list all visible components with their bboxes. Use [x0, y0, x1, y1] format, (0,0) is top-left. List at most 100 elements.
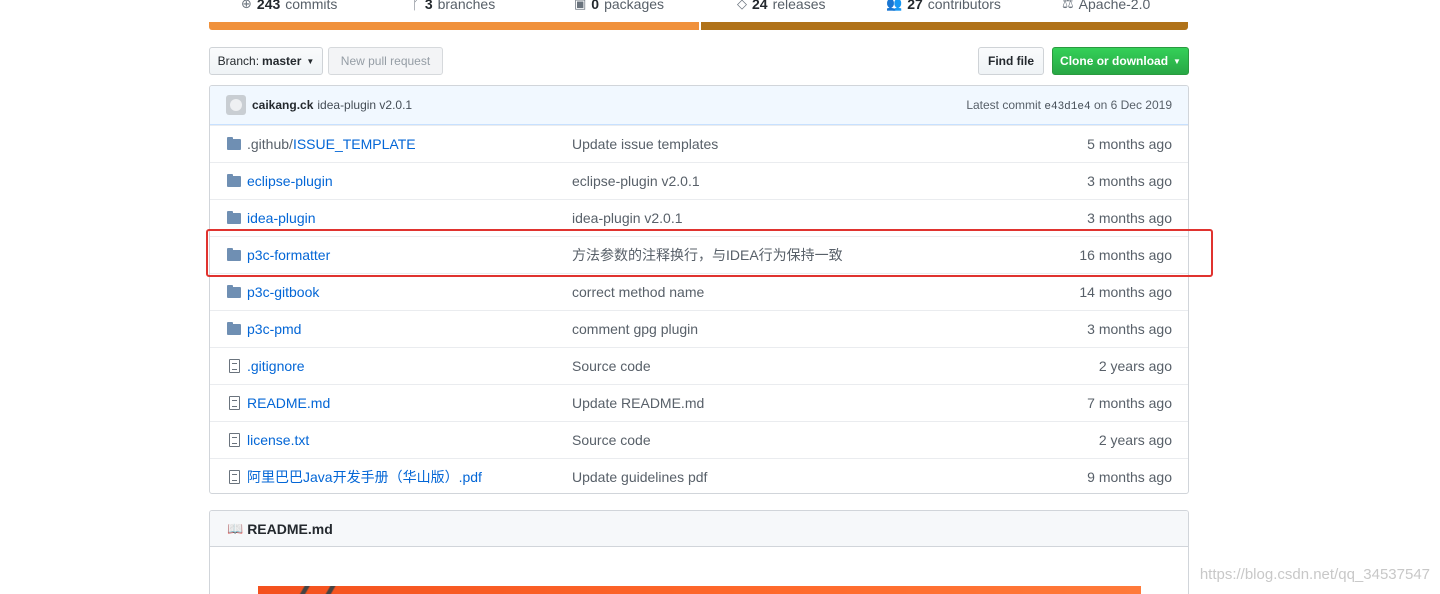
stat-count: 24 [752, 0, 768, 12]
find-file-button[interactable]: Find file [978, 47, 1044, 75]
commit-message[interactable]: Update issue templates [572, 136, 1058, 152]
stat-count: 3 [424, 0, 433, 12]
file-name-link[interactable]: ISSUE_TEMPLATE [293, 136, 416, 152]
file-name[interactable]: eclipse-plugin [247, 173, 572, 189]
file-name[interactable]: .gitignore [247, 358, 572, 374]
commit-message[interactable]: 方法参数的注释换行，与IDEA行为保持一致 [572, 245, 1058, 265]
file-name[interactable]: 阿里巴巴Java开发手册（华山版）.pdf [247, 467, 572, 487]
file-name-prefix: .github/ [247, 136, 293, 152]
table-row[interactable]: 阿里巴巴Java开发手册（华山版）.pdf Update guidelines … [210, 458, 1188, 493]
table-row[interactable]: eclipse-plugin eclipse-plugin v2.0.1 3 m… [210, 162, 1188, 199]
commit-age: 7 months ago [1087, 395, 1172, 411]
file-name[interactable]: .github/ISSUE_TEMPLATE [247, 136, 572, 152]
table-row[interactable]: p3c-pmd comment gpg plugin 3 months ago [210, 310, 1188, 347]
commit-age: 9 months ago [1087, 469, 1172, 485]
commit-age: 3 months ago [1087, 321, 1172, 337]
stat-license[interactable]: ⚖ Apache-2.0 [1062, 0, 1150, 12]
commit-message[interactable]: eclipse-plugin v2.0.1 [572, 173, 1058, 189]
new-pull-request-label: New pull request [340, 54, 431, 68]
commit-message[interactable]: Update README.md [572, 395, 1058, 411]
stat-label: contributors [927, 0, 1001, 12]
table-row[interactable]: .gitignore Source code 2 years ago [210, 347, 1188, 384]
clone-download-label: Clone or download [1060, 54, 1169, 68]
branch-select-button[interactable]: Branch: master ▼ [209, 47, 323, 75]
file-name[interactable]: p3c-pmd [247, 321, 572, 337]
file-name[interactable]: license.txt [247, 432, 572, 448]
commits-icon: ⊕ [241, 0, 252, 11]
table-row[interactable]: .github/ISSUE_TEMPLATE Update issue temp… [210, 125, 1188, 162]
commit-message[interactable]: Source code [572, 358, 1058, 374]
language-bar-other [700, 22, 1188, 30]
file-name[interactable]: README.md [247, 395, 572, 411]
language-bar[interactable] [209, 22, 1188, 30]
branch-prefix: Branch: [217, 54, 260, 68]
commit-age: 3 months ago [1087, 210, 1172, 226]
latest-commit-bar: caikang.ck idea-plugin v2.0.1 Latest com… [210, 86, 1188, 125]
law-icon: ⚖ [1062, 0, 1074, 11]
avatar[interactable] [226, 95, 246, 115]
file-name[interactable]: p3c-formatter [247, 247, 572, 263]
table-row[interactable]: p3c-gitbook correct method name 14 month… [210, 273, 1188, 310]
stat-branches[interactable]: ᚴ 3 branches [412, 0, 495, 12]
readme-panel: 📖 README.md [209, 510, 1189, 594]
commit-author[interactable]: caikang.ck [252, 98, 313, 112]
people-icon: 👥 [886, 0, 903, 11]
stat-label: commits [285, 0, 338, 12]
file-name[interactable]: p3c-gitbook [247, 284, 572, 300]
latest-commit-prefix: Latest commit [966, 97, 1042, 112]
commit-age: 2 years ago [1098, 358, 1172, 374]
package-icon: ▣ [574, 0, 587, 11]
commit-age: 16 months ago [1079, 247, 1172, 263]
table-row[interactable]: license.txt Source code 2 years ago [210, 421, 1188, 458]
commit-message[interactable]: Source code [572, 432, 1058, 448]
file-name[interactable]: idea-plugin [247, 210, 572, 226]
folder-icon [226, 284, 242, 298]
latest-commit-info: Latest commit e43d1e4 on 6 Dec 2019 [966, 98, 1172, 113]
branch-name: master [262, 54, 302, 68]
commit-age: 5 months ago [1087, 136, 1172, 152]
commit-message[interactable]: correct method name [572, 284, 1058, 300]
commit-message[interactable]: idea-plugin v2.0.1 [572, 210, 1058, 226]
folder-icon [226, 247, 242, 261]
book-icon: 📖 [227, 520, 244, 536]
language-bar-java [209, 22, 699, 30]
table-row[interactable]: p3c-formatter 方法参数的注释换行，与IDEA行为保持一致 16 m… [210, 236, 1188, 273]
folder-icon [226, 136, 242, 150]
file-icon [226, 396, 242, 410]
new-pull-request-button[interactable]: New pull request [328, 47, 443, 75]
commit-message[interactable]: Update guidelines pdf [572, 469, 1058, 485]
stat-packages[interactable]: ▣ 0 packages [574, 0, 664, 12]
stat-releases[interactable]: ◇ 24 releases [737, 0, 826, 12]
folder-icon [226, 173, 242, 187]
file-table: caikang.ck idea-plugin v2.0.1 Latest com… [209, 85, 1189, 494]
stat-contributors[interactable]: 👥 27 contributors [886, 0, 1001, 12]
commit-sha[interactable]: e43d1e4 [1044, 101, 1090, 113]
commit-message[interactable]: comment gpg plugin [572, 321, 1058, 337]
stat-label: releases [772, 0, 826, 12]
commit-age: 2 years ago [1098, 432, 1172, 448]
file-icon [226, 359, 242, 373]
readme-header: 📖 README.md [210, 511, 1188, 547]
file-icon [226, 470, 242, 484]
stat-count: 0 [591, 0, 600, 12]
clone-download-button[interactable]: Clone or download ▼ [1052, 47, 1189, 75]
stat-commits[interactable]: ⊕ 243 commits [241, 0, 337, 12]
readme-title[interactable]: README.md [247, 521, 333, 537]
table-row[interactable]: idea-plugin idea-plugin v2.0.1 3 months … [210, 199, 1188, 236]
commit-date: on 6 Dec 2019 [1093, 97, 1172, 112]
readme-banner-image [258, 586, 1141, 594]
find-file-label: Find file [988, 54, 1034, 68]
table-row[interactable]: README.md Update README.md 7 months ago [210, 384, 1188, 421]
commit-message[interactable]: idea-plugin v2.0.1 [317, 98, 412, 112]
caret-down-icon: ▼ [306, 56, 315, 66]
commit-age: 14 months ago [1079, 284, 1172, 300]
folder-icon [226, 210, 242, 224]
file-icon [226, 433, 242, 447]
caret-down-icon: ▼ [1173, 56, 1181, 66]
stats-row: ⊕ 243 commits ᚴ 3 branches ▣ 0 packages … [209, 0, 1188, 22]
repo-stats-bar: ⊕ 243 commits ᚴ 3 branches ▣ 0 packages … [209, 0, 1188, 30]
stat-label: packages [604, 0, 665, 12]
commit-age: 3 months ago [1087, 173, 1172, 189]
tag-icon: ◇ [737, 0, 747, 11]
stat-count: 27 [907, 0, 923, 12]
